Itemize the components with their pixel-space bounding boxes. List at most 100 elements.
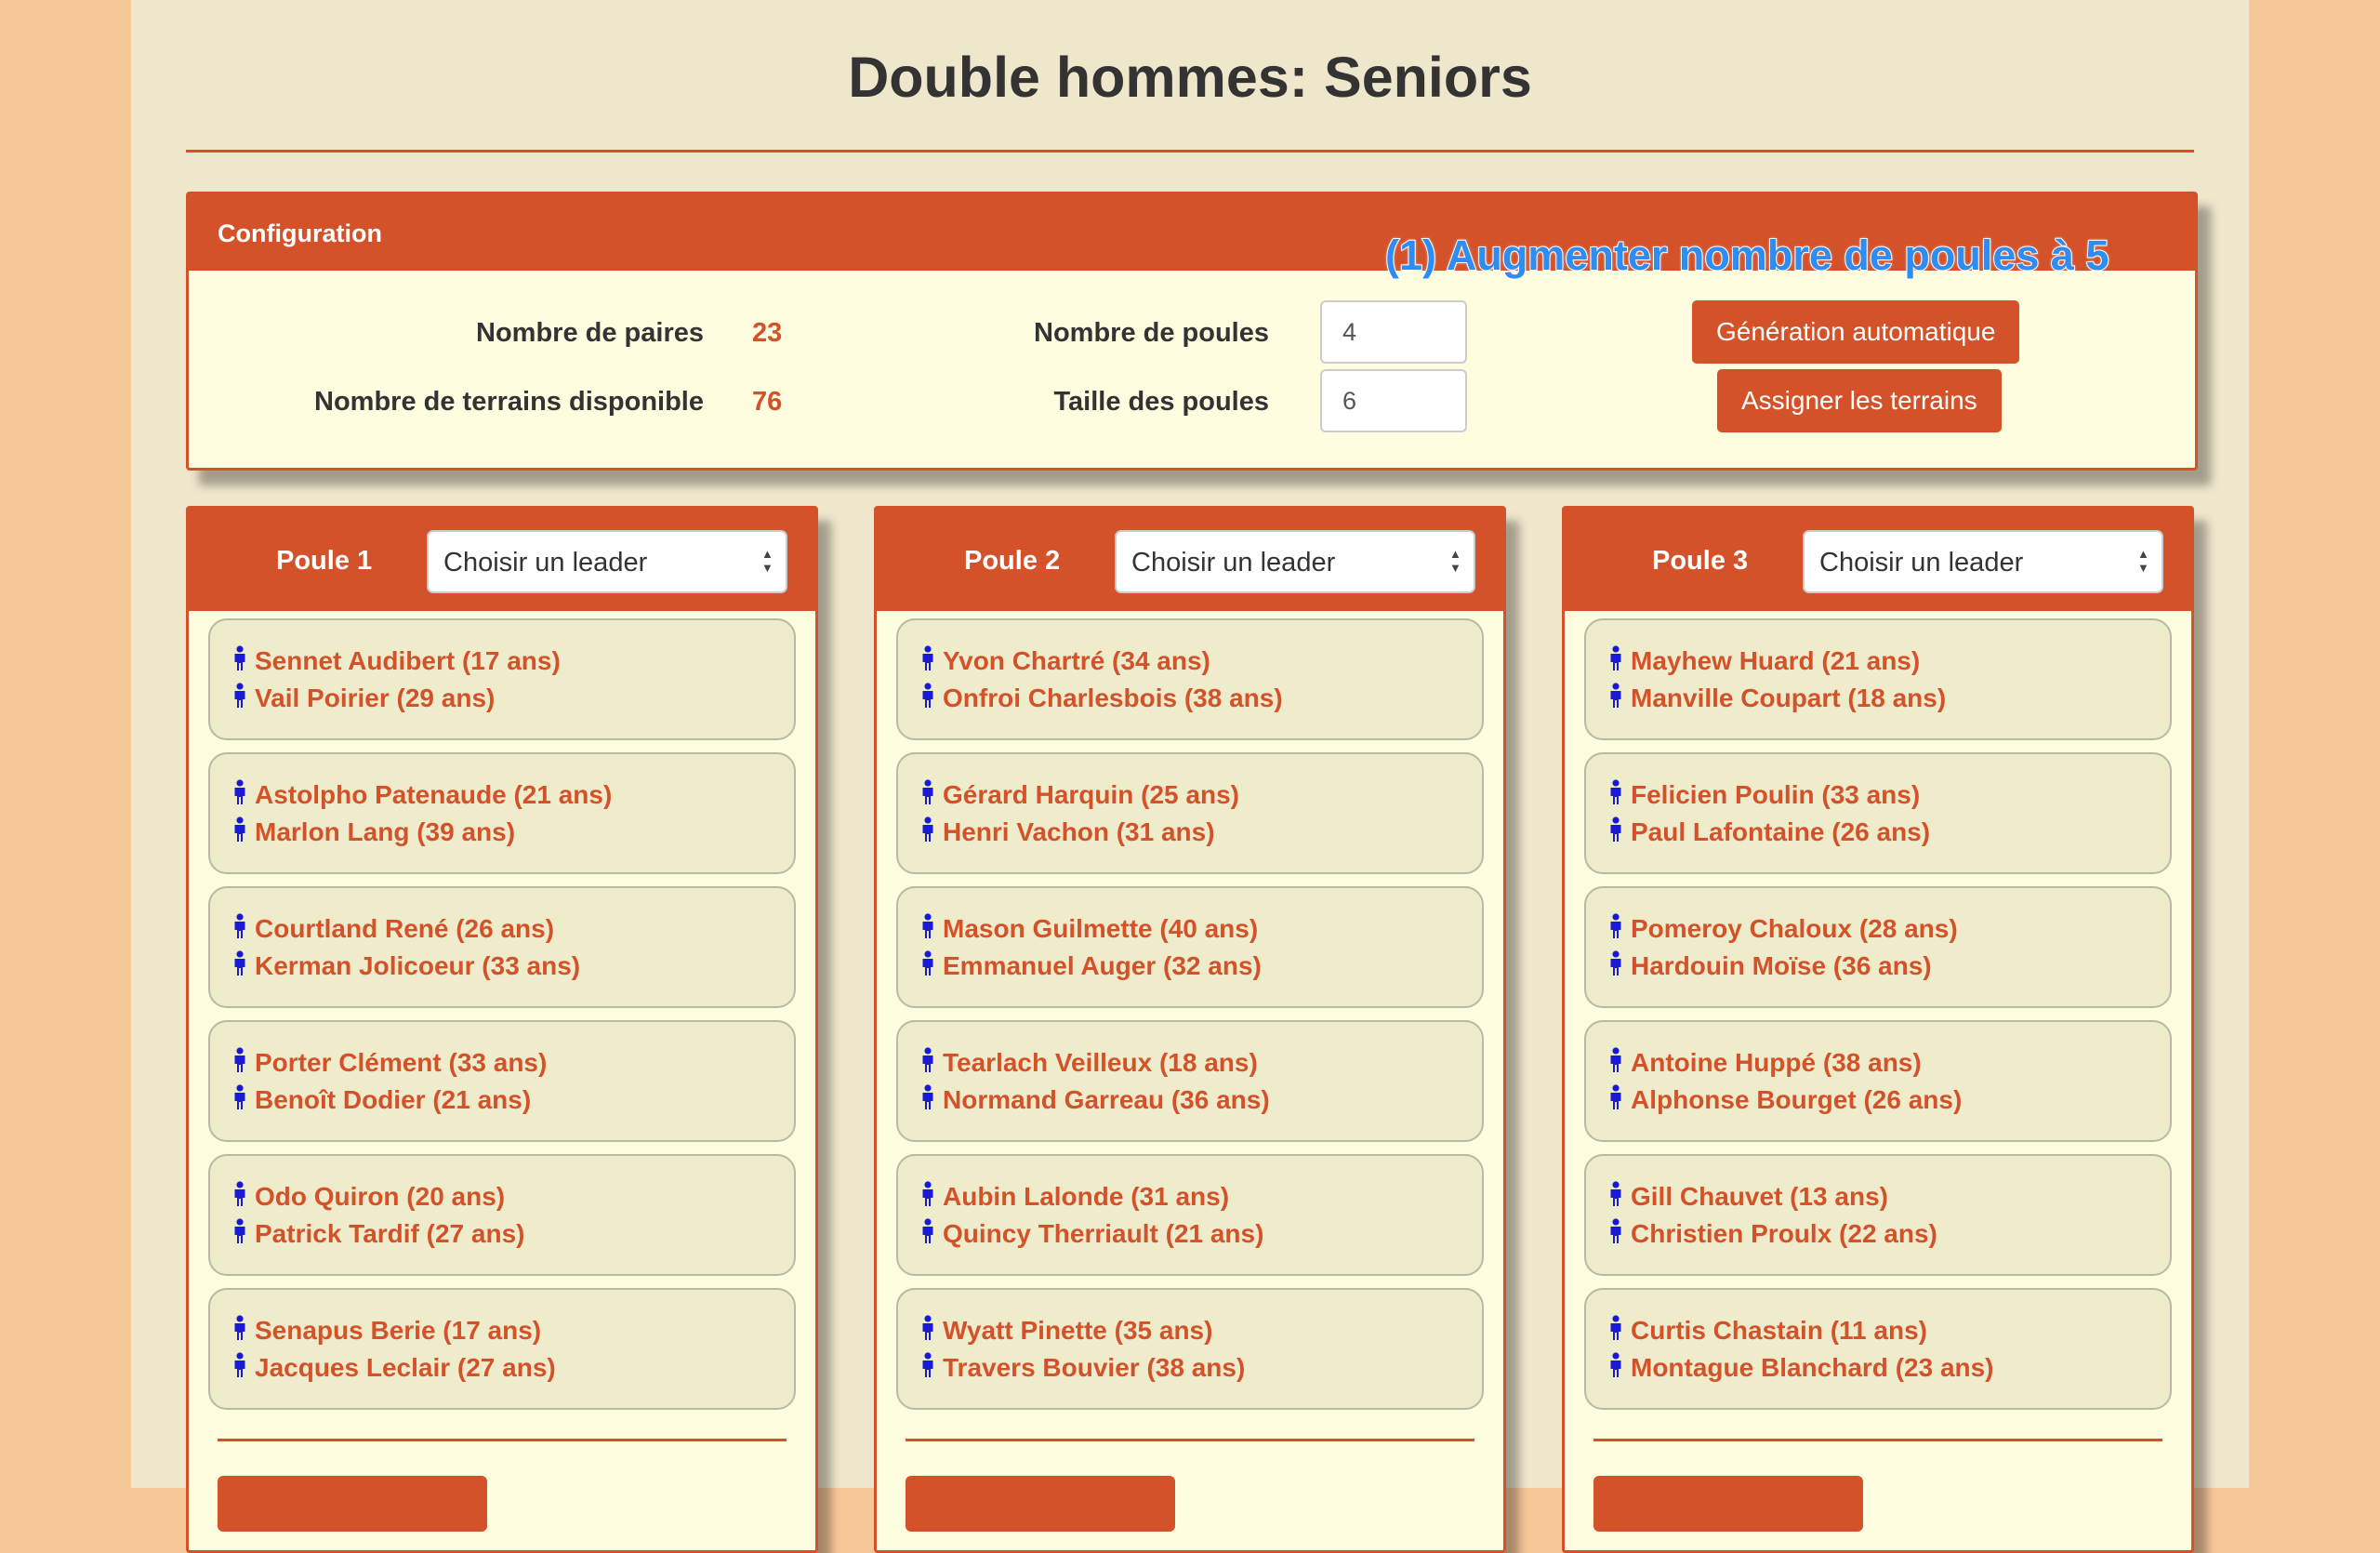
taille-label: Taille des poules (1053, 387, 1269, 417)
leader-select[interactable]: Choisir un leader ▲ ▼ (1115, 530, 1475, 593)
player-name: Odo Quiron (20 ans) (255, 1182, 506, 1211)
player-name: Astolpho Patenaude (21 ans) (255, 780, 613, 809)
player-name: Aubin Lalonde (31 ans) (943, 1182, 1230, 1211)
pair-card[interactable]: Pomeroy Chaloux (28 ans) Hardouin Moïse (… (1584, 886, 2172, 1008)
poule-action-button[interactable] (906, 1476, 1175, 1532)
pair-card[interactable]: Tearlach Veilleux (18 ans) Normand Garrea… (896, 1020, 1484, 1142)
page-title: Double hommes: Seniors (848, 46, 1532, 109)
player-name: Sennet Audibert (17 ans) (255, 646, 561, 675)
person-icon (232, 644, 255, 678)
person-icon (920, 1314, 943, 1347)
pair-card[interactable]: Curtis Chastain (11 ans) Montague Blancha… (1584, 1288, 2172, 1410)
player-entry: Courtland René (26 ans) (232, 910, 554, 948)
player-name: Patrick Tardif (27 ans) (255, 1219, 525, 1248)
player-entry: Mason Guilmette (40 ans) (920, 910, 1258, 948)
pair-card[interactable]: Aubin Lalonde (31 ans) Quincy Therriault … (896, 1154, 1484, 1276)
pair-card[interactable]: Gill Chauvet (13 ans) Christien Proulx (2… (1584, 1154, 2172, 1276)
player-name: Alphonse Bourget (26 ans) (1631, 1085, 1963, 1114)
leader-select[interactable]: Choisir un leader ▲ ▼ (427, 530, 787, 593)
player-entry: Patrick Tardif (27 ans) (232, 1215, 524, 1253)
person-icon (232, 1083, 255, 1117)
player-name: Kerman Jolicoeur (33 ans) (255, 951, 581, 980)
person-icon (920, 1217, 943, 1251)
player-entry: Normand Garreau (36 ans) (920, 1082, 1270, 1119)
title-divider (186, 150, 2194, 153)
player-name: Gérard Harquin (25 ans) (943, 780, 1239, 809)
person-icon (1608, 912, 1631, 946)
player-entry: Manville Coupart (18 ans) (1608, 680, 1946, 717)
person-icon (232, 816, 255, 849)
player-entry: Paul Lafontaine (26 ans) (1608, 814, 1930, 851)
pair-card[interactable]: Odo Quiron (20 ans) Patrick Tardif (27 an… (208, 1154, 796, 1276)
paires-value: 23 (752, 318, 783, 348)
player-entry: Astolpho Patenaude (21 ans) (232, 776, 612, 814)
player-name: Tearlach Veilleux (18 ans) (943, 1048, 1258, 1077)
taille-input[interactable] (1320, 369, 1467, 432)
updown-arrows-icon: ▲ ▼ (2137, 547, 2149, 575)
player-entry: Curtis Chastain (11 ans) (1608, 1312, 1927, 1349)
poule-header: Poule 1 Choisir un leader ▲ ▼ (189, 509, 815, 611)
person-icon (920, 1180, 943, 1214)
player-name: Manville Coupart (18 ans) (1631, 684, 1947, 712)
player-entry: Sennet Audibert (17 ans) (232, 643, 561, 680)
updown-arrows-icon: ▲ ▼ (761, 547, 774, 575)
paires-label: Nombre de paires (476, 318, 704, 348)
pair-card[interactable]: Mason Guilmette (40 ans) Emmanuel Auger (… (896, 886, 1484, 1008)
pair-card[interactable]: Sennet Audibert (17 ans) Vail Poirier (29… (208, 618, 796, 740)
player-entry: Jacques Leclair (27 ans) (232, 1349, 556, 1387)
person-icon (920, 1046, 943, 1080)
poule-action-button[interactable] (1593, 1476, 1863, 1532)
poule-panel: Poule 3 Choisir un leader ▲ ▼ Mayhew Huard (… (1562, 506, 2194, 1553)
person-icon (920, 949, 943, 983)
player-name: Travers Bouvier (38 ans) (943, 1353, 1246, 1382)
person-icon (1608, 816, 1631, 849)
leader-select-value: Choisir un leader (1131, 548, 1336, 577)
person-icon (920, 682, 943, 715)
player-name: Normand Garreau (36 ans) (943, 1085, 1270, 1114)
person-icon (1608, 1314, 1631, 1347)
player-entry: Gérard Harquin (25 ans) (920, 776, 1239, 814)
player-entry: Porter Clément (33 ans) (232, 1044, 547, 1082)
person-icon (1608, 949, 1631, 983)
player-entry: Gill Chauvet (13 ans) (1608, 1178, 1888, 1215)
poule-action-button[interactable] (218, 1476, 487, 1532)
poule-title: Poule 2 (964, 546, 1061, 576)
leader-select-value: Choisir un leader (443, 548, 648, 577)
pair-card[interactable]: Felicien Poulin (33 ans) Paul Lafontaine … (1584, 752, 2172, 874)
player-entry: Marlon Lang (39 ans) (232, 814, 515, 851)
person-icon (1608, 778, 1631, 812)
pair-card[interactable]: Astolpho Patenaude (21 ans) Marlon Lang (… (208, 752, 796, 874)
leader-select[interactable]: Choisir un leader ▲ ▼ (1803, 530, 2163, 593)
person-icon (1608, 644, 1631, 678)
pair-card[interactable]: Yvon Chartré (34 ans) Onfroi Charlesbois … (896, 618, 1484, 740)
player-name: Curtis Chastain (11 ans) (1631, 1316, 1927, 1345)
pair-card[interactable]: Courtland René (26 ans) Kerman Jolicoeur … (208, 886, 796, 1008)
player-entry: Vail Poirier (29 ans) (232, 680, 495, 717)
player-entry: Alphonse Bourget (26 ans) (1608, 1082, 1962, 1119)
pair-card[interactable]: Porter Clément (33 ans) Benoît Dodier (21… (208, 1020, 796, 1142)
poule-panel: Poule 2 Choisir un leader ▲ ▼ Yvon Chartré (… (874, 506, 1506, 1553)
generate-button[interactable]: Génération automatique (1692, 300, 2020, 364)
player-name: Wyatt Pinette (35 ans) (943, 1316, 1213, 1345)
pair-card[interactable]: Senapus Berie (17 ans) Jacques Leclair (2… (208, 1288, 796, 1410)
player-entry: Onfroi Charlesbois (38 ans) (920, 680, 1283, 717)
player-name: Pomeroy Chaloux (28 ans) (1631, 914, 1958, 943)
person-icon (232, 1351, 255, 1385)
player-name: Henri Vachon (31 ans) (943, 817, 1215, 846)
poules-input[interactable] (1320, 300, 1467, 364)
person-icon (232, 778, 255, 812)
configuration-panel: Configuration Nombre de paires 23 Nombre… (186, 192, 2198, 471)
assign-courts-button[interactable]: Assigner les terrains (1717, 369, 2002, 432)
pair-card[interactable]: Gérard Harquin (25 ans) Henri Vachon (31 … (896, 752, 1484, 874)
person-icon (232, 1180, 255, 1214)
updown-arrows-icon: ▲ ▼ (1449, 547, 1461, 575)
poule-title: Poule 3 (1652, 546, 1749, 576)
terrains-label: Nombre de terrains disponible (314, 387, 704, 417)
pair-card[interactable]: Mayhew Huard (21 ans) Manville Coupart (1… (1584, 618, 2172, 740)
pair-card[interactable]: Wyatt Pinette (35 ans) Travers Bouvier (3… (896, 1288, 1484, 1410)
player-entry: Odo Quiron (20 ans) (232, 1178, 505, 1215)
person-icon (920, 1351, 943, 1385)
person-icon (232, 949, 255, 983)
player-entry: Christien Proulx (22 ans) (1608, 1215, 1937, 1253)
pair-card[interactable]: Antoine Huppé (38 ans) Alphonse Bourget (… (1584, 1020, 2172, 1142)
